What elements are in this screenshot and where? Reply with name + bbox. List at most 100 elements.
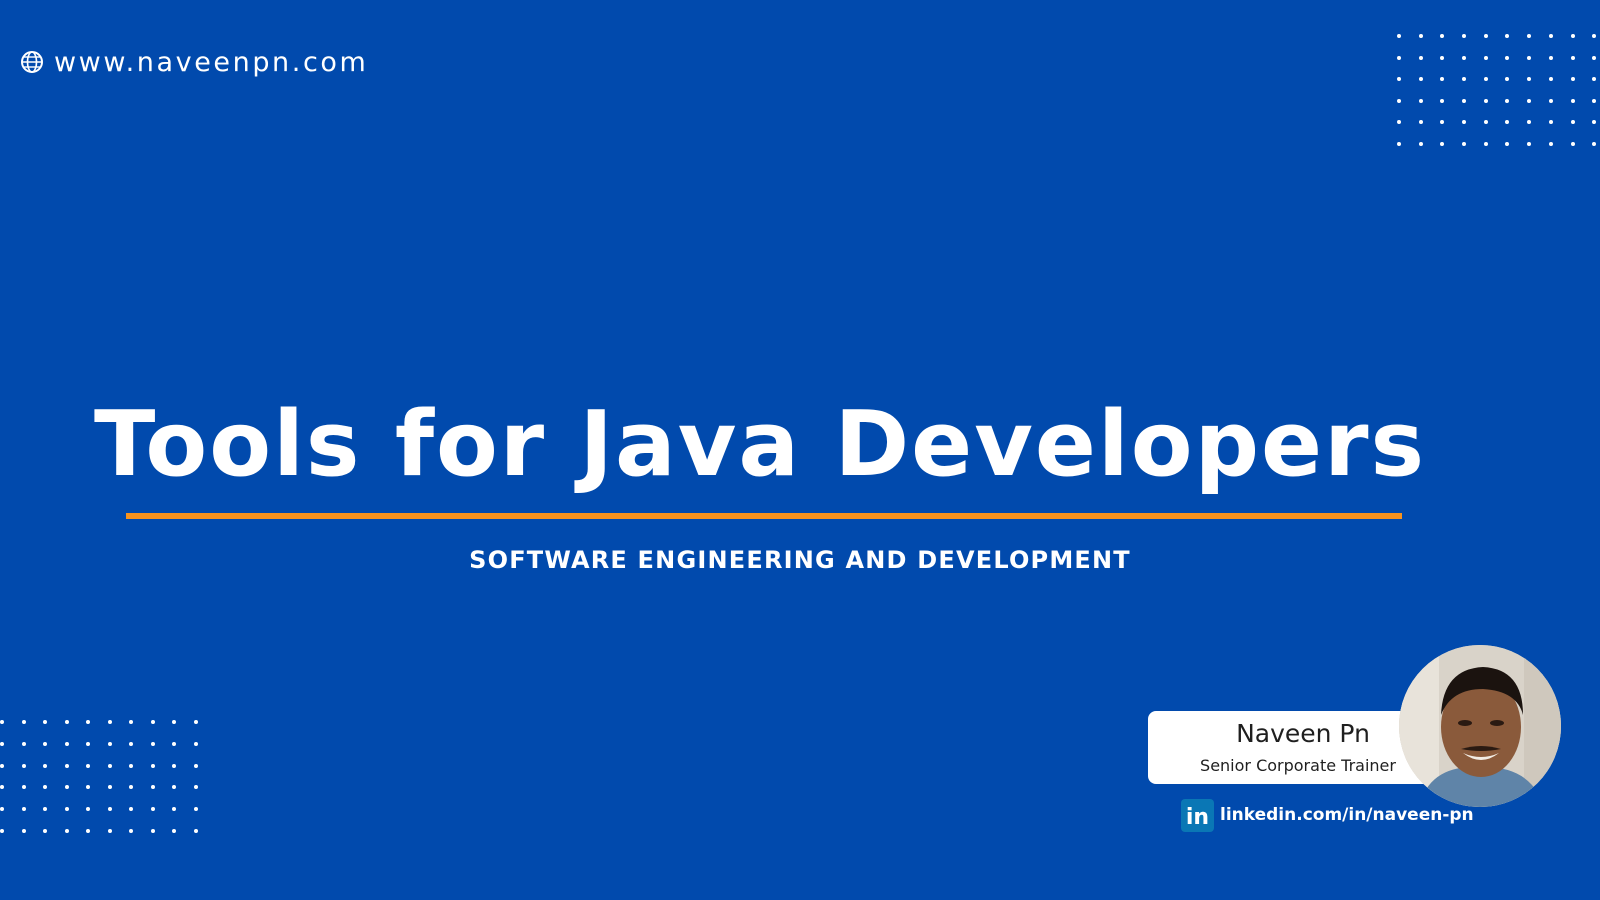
decorative-dot <box>1418 34 1423 38</box>
decorative-dot <box>172 741 176 746</box>
decorative-dot <box>1418 141 1423 146</box>
decorative-dot <box>1570 120 1575 124</box>
decorative-dot <box>1440 141 1445 146</box>
decorative-dot <box>1548 98 1553 103</box>
decorative-dot <box>1527 120 1532 124</box>
decorative-dot <box>64 807 69 812</box>
title-underline <box>126 513 1402 519</box>
decorative-dot <box>86 828 90 833</box>
decorative-dot <box>1548 55 1553 60</box>
decorative-dot <box>1527 55 1532 60</box>
decorative-dot <box>1462 77 1467 81</box>
decorative-dot <box>1570 98 1575 103</box>
decorative-dot <box>21 720 26 724</box>
decorative-dot <box>1592 34 1597 38</box>
decorative-dot <box>43 720 47 724</box>
dot-pattern-bottom-left <box>0 720 198 833</box>
decorative-dot <box>1397 141 1401 146</box>
decorative-dot <box>107 720 112 724</box>
decorative-dot <box>21 785 26 790</box>
decorative-dot <box>1548 141 1553 146</box>
decorative-dot <box>150 807 155 812</box>
slide-title: Tools for Java Developers <box>93 392 1427 497</box>
decorative-dot <box>193 828 198 833</box>
decorative-dot <box>1483 141 1488 146</box>
decorative-dot <box>193 741 198 746</box>
decorative-dot <box>1483 77 1488 81</box>
decorative-dot <box>129 763 133 768</box>
decorative-dot <box>1418 77 1423 81</box>
globe-icon <box>20 50 44 74</box>
decorative-dot <box>1440 77 1445 81</box>
decorative-dot <box>1440 55 1445 60</box>
decorative-dot <box>193 785 198 790</box>
decorative-dot <box>1462 98 1467 103</box>
decorative-dot <box>1548 120 1553 124</box>
decorative-dot <box>1462 141 1467 146</box>
decorative-dot <box>1592 98 1597 103</box>
decorative-dot <box>172 807 176 812</box>
decorative-dot <box>172 828 176 833</box>
decorative-dot <box>0 807 4 812</box>
decorative-dot <box>107 807 112 812</box>
decorative-dot <box>86 807 90 812</box>
decorative-dot <box>1592 55 1597 60</box>
decorative-dot <box>150 828 155 833</box>
decorative-dot <box>1462 120 1467 124</box>
decorative-dot <box>1592 141 1597 146</box>
decorative-dot <box>150 763 155 768</box>
decorative-dot <box>1570 55 1575 60</box>
decorative-dot <box>64 785 69 790</box>
decorative-dot <box>86 741 90 746</box>
decorative-dot <box>107 785 112 790</box>
decorative-dot <box>172 763 176 768</box>
decorative-dot <box>1570 77 1575 81</box>
decorative-dot <box>129 741 133 746</box>
decorative-dot <box>0 741 4 746</box>
decorative-dot <box>193 807 198 812</box>
website-link[interactable]: www.naveenpn.com <box>20 44 368 80</box>
decorative-dot <box>1570 141 1575 146</box>
decorative-dot <box>1397 120 1401 124</box>
decorative-dot <box>129 785 133 790</box>
website-url[interactable]: www.naveenpn.com <box>54 47 368 78</box>
presenter-avatar <box>1399 645 1561 807</box>
decorative-dot <box>1418 120 1423 124</box>
decorative-dot <box>172 785 176 790</box>
decorative-dot <box>1397 98 1401 103</box>
decorative-dot <box>1440 34 1445 38</box>
decorative-dot <box>1505 98 1510 103</box>
decorative-dot <box>1527 77 1532 81</box>
decorative-dot <box>1397 77 1401 81</box>
linkedin-url[interactable]: linkedin.com/in/naveen-pn <box>1220 805 1474 825</box>
decorative-dot <box>21 807 26 812</box>
decorative-dot <box>21 763 26 768</box>
decorative-dot <box>150 741 155 746</box>
decorative-dot <box>1505 34 1510 38</box>
decorative-dot <box>1527 34 1532 38</box>
decorative-dot <box>43 741 47 746</box>
decorative-dot <box>43 828 47 833</box>
linkedin-link[interactable]: in linkedin.com/in/naveen-pn <box>1181 798 1474 832</box>
decorative-dot <box>172 720 176 724</box>
presenter-role: Senior Corporate Trainer <box>1200 756 1396 775</box>
decorative-dot <box>86 763 90 768</box>
decorative-dot <box>1548 77 1553 81</box>
decorative-dot <box>129 720 133 724</box>
decorative-dot <box>64 763 69 768</box>
linkedin-icon: in <box>1181 798 1214 832</box>
decorative-dot <box>1483 34 1488 38</box>
decorative-dot <box>43 807 47 812</box>
decorative-dot <box>1570 34 1575 38</box>
dot-pattern-top-right <box>1397 34 1597 146</box>
decorative-dot <box>107 741 112 746</box>
decorative-dot <box>1505 77 1510 81</box>
decorative-dot <box>107 828 112 833</box>
decorative-dot <box>86 785 90 790</box>
decorative-dot <box>1440 98 1445 103</box>
decorative-dot <box>1527 141 1532 146</box>
decorative-dot <box>64 741 69 746</box>
decorative-dot <box>129 828 133 833</box>
decorative-dot <box>1505 120 1510 124</box>
decorative-dot <box>64 720 69 724</box>
